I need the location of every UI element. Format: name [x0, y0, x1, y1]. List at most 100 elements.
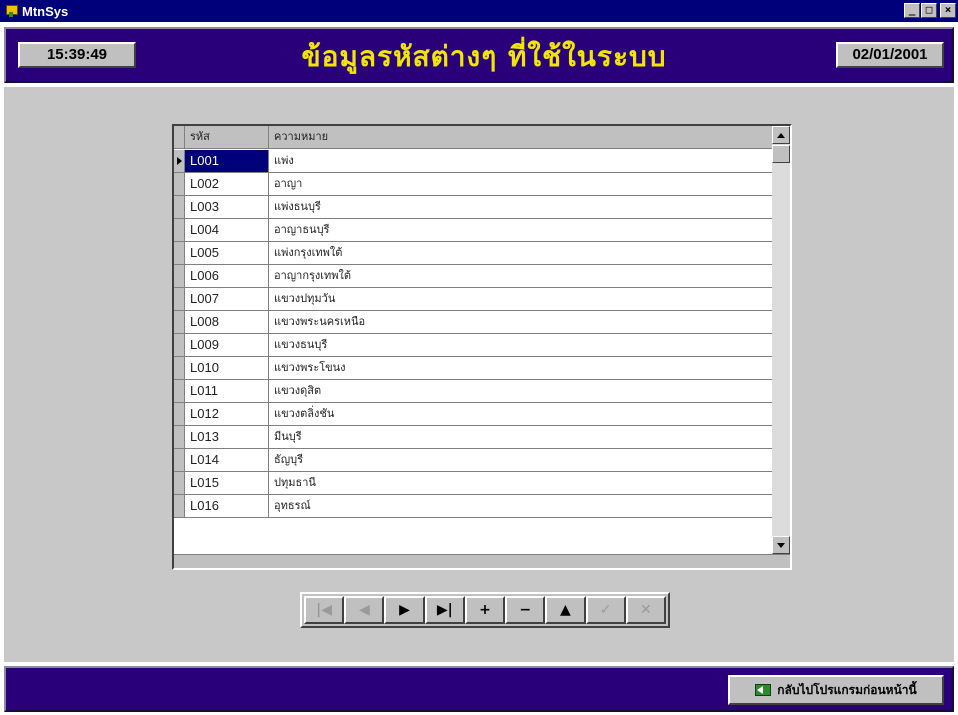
column-header-description[interactable]: ความหมาย [269, 126, 772, 149]
back-button-label: กลับไปโปรแกรมก่อนหน้านี้ [777, 682, 917, 697]
grid-bottom-edge [174, 554, 790, 568]
scroll-up-icon[interactable] [772, 126, 790, 144]
last-record-button[interactable]: ▶| [424, 596, 465, 624]
grid-header-row: รหัส ความหมาย [174, 126, 772, 149]
page-title: ข้อมูลรหัสต่างๆ ที่ใช้ในระบบ [301, 40, 667, 73]
cell-description[interactable]: แพ่งธนบุรี [269, 196, 772, 219]
table-row[interactable]: L016 อุทธรณ์ [174, 495, 772, 518]
table-row[interactable]: L007 แขวงปทุมวัน [174, 288, 772, 311]
cell-description[interactable]: แขวงพระนครเหนือ [269, 311, 772, 334]
row-indicator[interactable] [174, 449, 185, 472]
scroll-down-icon[interactable] [772, 536, 790, 554]
cell-code[interactable]: L008 [185, 311, 269, 334]
cell-code[interactable]: L005 [185, 242, 269, 265]
table-row[interactable]: L008 แขวงพระนครเหนือ [174, 311, 772, 334]
table-row[interactable]: L012 แขวงตลิ่งชัน [174, 403, 772, 426]
cell-code[interactable]: L006 [185, 265, 269, 288]
first-record-button[interactable]: |◀ [304, 596, 345, 624]
delete-record-button[interactable]: − [505, 596, 546, 624]
insert-record-button[interactable]: + [464, 596, 506, 624]
grid-corner [174, 126, 185, 149]
main-panel: รหัส ความหมาย L001 แพ่ง L002 อาญา L003 แพ่งธนบุ… [4, 87, 954, 662]
vertical-scrollbar[interactable] [772, 126, 790, 554]
back-arrow-icon [755, 684, 772, 696]
cell-description[interactable]: อุทธรณ์ [269, 495, 772, 518]
cancel-record-button[interactable]: ✕ [625, 596, 666, 624]
cell-code[interactable]: L009 [185, 334, 269, 357]
table-row[interactable]: L010 แขวงพระโขนง [174, 357, 772, 380]
cell-description[interactable]: อาญา [269, 173, 772, 196]
cell-description[interactable]: แขวงพระโขนง [269, 357, 772, 380]
next-record-button[interactable]: ▶ [384, 596, 425, 624]
row-indicator[interactable] [174, 334, 185, 357]
back-to-previous-button[interactable]: กลับไปโปรแกรมก่อนหน้านี้ [728, 675, 944, 705]
prior-record-button[interactable]: ◀ [344, 596, 385, 624]
minimize-button[interactable]: _ [904, 3, 920, 18]
row-indicator[interactable] [174, 150, 185, 173]
table-row[interactable]: L002 อาญา [174, 173, 772, 196]
cell-code[interactable]: L001 [185, 150, 269, 173]
row-indicator[interactable] [174, 288, 185, 311]
cell-description[interactable]: อาญากรุงเทพใต้ [269, 265, 772, 288]
table-row[interactable]: L011 แขวงดุสิต [174, 380, 772, 403]
row-indicator[interactable] [174, 426, 185, 449]
table-row[interactable]: L014 ธัญบุรี [174, 449, 772, 472]
table-row[interactable]: L001 แพ่ง [174, 150, 772, 173]
cell-description[interactable]: มีนบุรี [269, 426, 772, 449]
row-indicator[interactable] [174, 472, 185, 495]
app-icon [4, 4, 18, 18]
cell-description[interactable]: อาญาธนบุรี [269, 219, 772, 242]
row-indicator[interactable] [174, 380, 185, 403]
table-row[interactable]: L004 อาญาธนบุรี [174, 219, 772, 242]
cell-description[interactable]: แขวงตลิ่งชัน [269, 403, 772, 426]
cell-description[interactable]: แพ่งกรุงเทพใต้ [269, 242, 772, 265]
cell-code[interactable]: L013 [185, 426, 269, 449]
cell-code[interactable]: L015 [185, 472, 269, 495]
table-row[interactable]: L005 แพ่งกรุงเทพใต้ [174, 242, 772, 265]
cell-description[interactable]: ธัญบุรี [269, 449, 772, 472]
code-grid[interactable]: รหัส ความหมาย L001 แพ่ง L002 อาญา L003 แพ่งธนบุ… [172, 124, 792, 570]
row-indicator[interactable] [174, 242, 185, 265]
cell-code[interactable]: L004 [185, 219, 269, 242]
db-navigator: |◀ ◀ ▶ ▶| + − ▲ ✓ ✕ [300, 592, 670, 628]
cell-description[interactable]: แขวงดุสิต [269, 380, 772, 403]
post-record-button[interactable]: ✓ [585, 596, 626, 624]
cell-code[interactable]: L014 [185, 449, 269, 472]
row-indicator[interactable] [174, 403, 185, 426]
table-row[interactable]: L013 มีนบุรี [174, 426, 772, 449]
cell-code[interactable]: L016 [185, 495, 269, 518]
table-row[interactable]: L006 อาญากรุงเทพใต้ [174, 265, 772, 288]
window-controls: _ □ × [904, 3, 956, 18]
close-button[interactable]: × [940, 3, 956, 18]
edit-record-button[interactable]: ▲ [545, 596, 586, 624]
maximize-button[interactable]: □ [921, 3, 937, 18]
row-indicator[interactable] [174, 196, 185, 219]
cell-description[interactable]: แขวงปทุมวัน [269, 288, 772, 311]
title-bar: MtnSys _ □ × [0, 0, 958, 22]
cell-description[interactable]: แพ่ง [269, 150, 772, 173]
scroll-thumb[interactable] [772, 145, 790, 163]
table-row[interactable]: L009 แขวงธนบุรี [174, 334, 772, 357]
row-indicator[interactable] [174, 357, 185, 380]
row-indicator[interactable] [174, 311, 185, 334]
cell-code[interactable]: L011 [185, 380, 269, 403]
cell-description[interactable]: ปทุมธานี [269, 472, 772, 495]
clock-display: 15:39:49 [18, 42, 136, 68]
column-header-code[interactable]: รหัส [185, 126, 269, 149]
header-band: 15:39:49 ข้อมูลรหัสต่างๆ ที่ใช้ในระบบ 02… [4, 27, 954, 83]
cell-code[interactable]: L012 [185, 403, 269, 426]
cell-code[interactable]: L002 [185, 173, 269, 196]
row-indicator[interactable] [174, 265, 185, 288]
cell-code[interactable]: L007 [185, 288, 269, 311]
cell-description[interactable]: แขวงธนบุรี [269, 334, 772, 357]
row-indicator[interactable] [174, 219, 185, 242]
cell-code[interactable]: L010 [185, 357, 269, 380]
footer-band: กลับไปโปรแกรมก่อนหน้านี้ [4, 666, 954, 712]
grid-body: รหัส ความหมาย L001 แพ่ง L002 อาญา L003 แพ่งธนบุ… [174, 126, 772, 554]
row-indicator[interactable] [174, 173, 185, 196]
date-display: 02/01/2001 [836, 42, 944, 68]
table-row[interactable]: L015 ปทุมธานี [174, 472, 772, 495]
row-indicator[interactable] [174, 495, 185, 518]
table-row[interactable]: L003 แพ่งธนบุรี [174, 196, 772, 219]
cell-code[interactable]: L003 [185, 196, 269, 219]
